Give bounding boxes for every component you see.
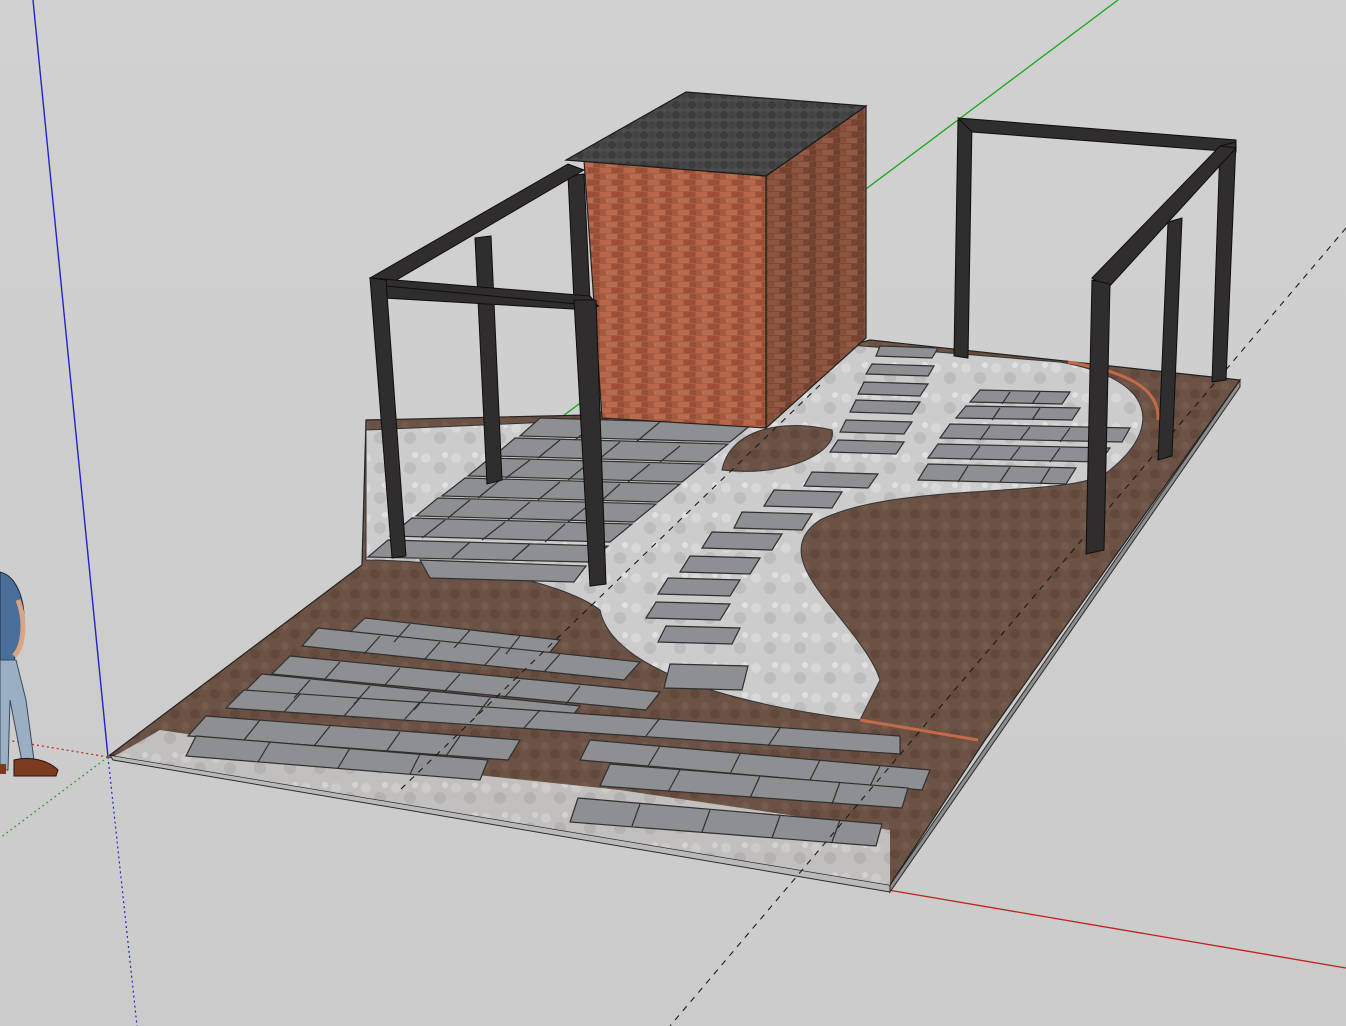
scale-figure[interactable] bbox=[0, 571, 59, 777]
red-axis-negative bbox=[0, 738, 109, 758]
brick-shed[interactable] bbox=[564, 91, 868, 430]
figure-legs bbox=[0, 659, 35, 771]
scene-canvas[interactable] bbox=[0, 0, 1346, 1026]
shed-front-face bbox=[583, 159, 767, 429]
modeling-viewport[interactable] bbox=[0, 0, 1346, 1026]
blue-axis-positive bbox=[32, 0, 109, 758]
figure-shoe bbox=[13, 757, 59, 777]
blue-axis-negative bbox=[107, 756, 138, 1026]
figure-shoe-back bbox=[0, 764, 6, 774]
